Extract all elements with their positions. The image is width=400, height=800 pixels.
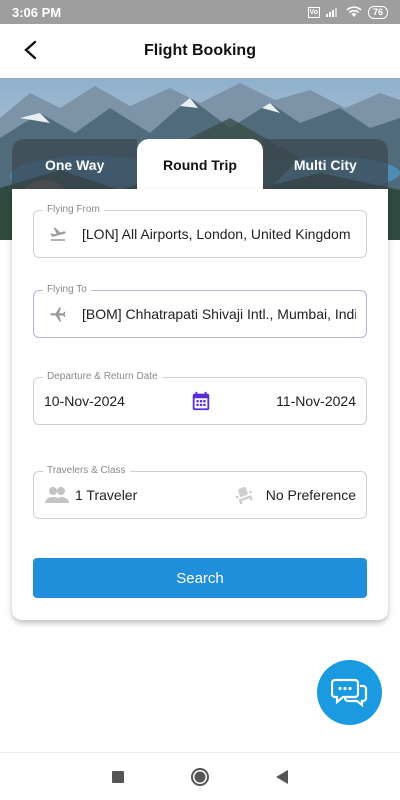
flying-from-value: [LON] All Airports, London, United Kingd…	[82, 226, 351, 242]
date-range-label: Departure & Return Date	[43, 371, 162, 383]
flying-to-value: [BOM] Chhatrapati Shivaji Intl., Mumbai,…	[82, 306, 356, 322]
search-button[interactable]: Search	[33, 558, 367, 598]
airplane-takeoff-icon	[48, 224, 68, 244]
chat-bubbles-icon	[330, 678, 367, 707]
date-range-field[interactable]: Departure & Return Date 10-Nov-2024 11-N…	[33, 371, 367, 425]
travelers-count: 1 Traveler	[75, 487, 138, 503]
flying-from-label: Flying From	[43, 204, 104, 216]
triangle-back-icon[interactable]	[272, 767, 292, 787]
calendar-icon[interactable]	[190, 390, 212, 412]
departure-date[interactable]: 10-Nov-2024	[44, 393, 125, 409]
tab-round-trip[interactable]: Round Trip	[137, 139, 263, 190]
flying-from-field[interactable]: Flying From [LON] All Airports, London, …	[33, 204, 367, 258]
return-date[interactable]: 11-Nov-2024	[276, 393, 356, 409]
status-time: 3:06 PM	[12, 4, 62, 20]
class-preference: No Preference	[265, 487, 356, 503]
chat-button[interactable]	[317, 660, 382, 725]
seat-icon	[234, 485, 254, 505]
travelers-class-field[interactable]: Travelers & Class 1 Traveler No Preferen…	[33, 465, 367, 519]
status-bar: 3:06 PM Vo 76	[0, 0, 400, 24]
travelers-class-label: Travelers & Class	[43, 465, 130, 477]
system-nav-bar	[0, 752, 400, 800]
circle-icon[interactable]	[190, 767, 210, 787]
flying-to-field[interactable]: Flying To [BOM] Chhatrapati Shivaji Intl…	[33, 284, 367, 338]
people-icon	[44, 485, 70, 505]
tab-one-way[interactable]: One Way	[12, 139, 138, 190]
wifi-icon	[346, 6, 362, 17]
signal-icon	[325, 8, 337, 17]
status-icons: Vo 76	[307, 5, 388, 19]
airplane-landing-icon	[48, 304, 68, 324]
battery-icon: 76	[367, 5, 388, 19]
flying-to-label: Flying To	[43, 284, 91, 296]
square-icon[interactable]	[108, 767, 128, 787]
arrow-back-icon[interactable]	[18, 38, 42, 62]
app-header: Flight Booking	[0, 24, 400, 78]
tab-multi-city[interactable]: Multi City	[262, 139, 388, 190]
booking-form-card: Flying From [LON] All Airports, London, …	[12, 189, 388, 620]
page-title: Flight Booking	[144, 42, 256, 59]
volte-icon: Vo	[307, 6, 320, 18]
trip-type-tabs: One Way Round Trip Multi City	[12, 139, 388, 190]
